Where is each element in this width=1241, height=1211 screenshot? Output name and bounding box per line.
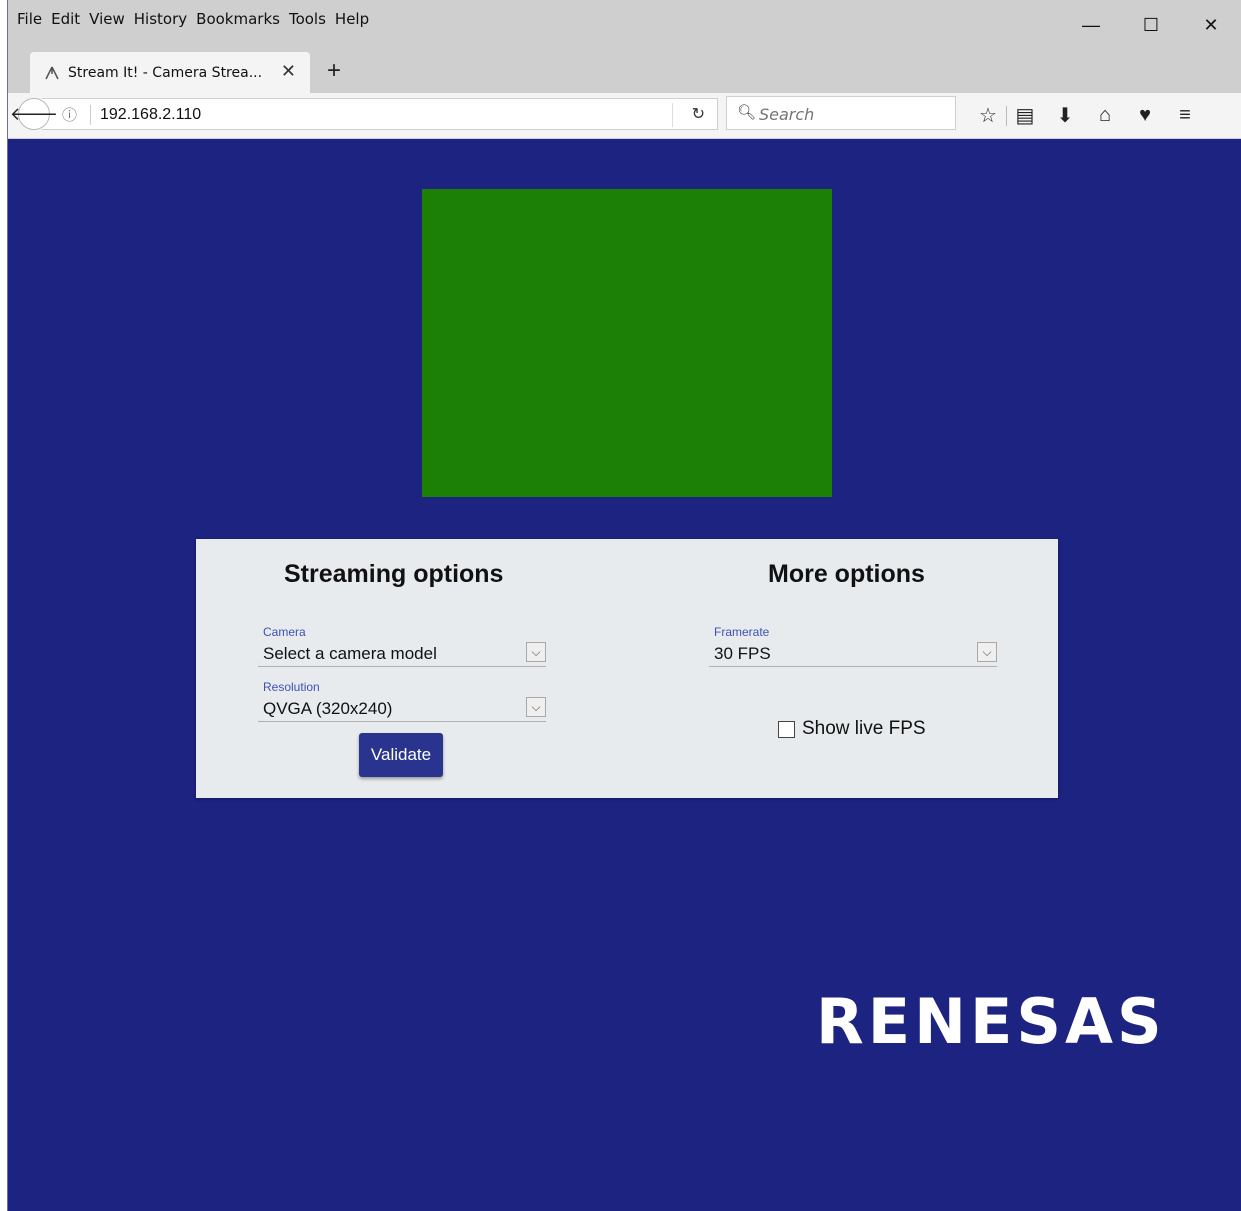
toolbar-icons: ☆ ▤ ⬇ ⌂ ♥ ≡ xyxy=(968,93,1205,138)
menu-tools[interactable]: Tools xyxy=(289,10,326,28)
resolution-label: Resolution xyxy=(263,680,320,694)
navigation-bar: ⓘ 192.168.2.110 ↻ 🡐 🔍︎ ☆ ▤ ⬇ ⌂ ♥ ≡ xyxy=(8,93,1241,139)
maximize-button[interactable]: ☐ xyxy=(1121,0,1181,50)
menu-bar: File Edit View History Bookmarks Tools H… xyxy=(8,0,369,38)
back-arrow-icon: 🡐 xyxy=(9,103,59,124)
new-tab-button[interactable]: + xyxy=(319,56,349,86)
url-text[interactable]: 192.168.2.110 xyxy=(100,106,201,124)
chevron-down-icon: ⌵ xyxy=(977,642,997,662)
more-options-title: More options xyxy=(768,560,925,588)
browser-window: File Edit View History Bookmarks Tools H… xyxy=(7,0,1241,1211)
title-bar: File Edit View History Bookmarks Tools H… xyxy=(8,0,1241,93)
tab-title: Stream It! - Camera Strea... xyxy=(68,64,263,81)
menu-bookmarks[interactable]: Bookmarks xyxy=(196,10,280,28)
framerate-label: Framerate xyxy=(714,625,770,639)
resolution-select-value: QVGA (320x240) xyxy=(263,699,393,718)
streaming-options-title: Streaming options xyxy=(284,560,504,588)
url-bar[interactable]: ⓘ 192.168.2.110 ↻ xyxy=(42,98,718,130)
info-icon[interactable]: ⓘ xyxy=(62,104,77,125)
menu-view[interactable]: View xyxy=(89,10,125,28)
search-icon: 🔍︎ xyxy=(737,104,757,121)
menu-history[interactable]: History xyxy=(134,10,187,28)
framerate-select-value: 30 FPS xyxy=(714,644,771,663)
minimize-button[interactable]: — xyxy=(1061,0,1121,50)
camera-select-value: Select a camera model xyxy=(263,644,437,663)
download-icon[interactable]: ⬇ xyxy=(1045,103,1085,128)
menu-file[interactable]: File xyxy=(17,10,42,28)
close-window-button[interactable]: ✕ xyxy=(1181,0,1241,50)
close-tab-icon[interactable]: ✕ xyxy=(281,61,296,82)
url-separator xyxy=(90,105,91,125)
validate-button[interactable]: Validate xyxy=(359,733,443,777)
menu-help[interactable]: Help xyxy=(335,10,369,28)
tab-strip: Stream It! - Camera Strea... ✕ + xyxy=(8,50,1241,93)
home-icon[interactable]: ⌂ xyxy=(1085,104,1125,127)
reading-list-icon[interactable]: ▤ xyxy=(1005,103,1045,128)
camera-select[interactable]: Select a camera model ⌵ xyxy=(258,640,546,667)
framerate-select[interactable]: 30 FPS ⌵ xyxy=(709,640,997,667)
show-fps-label: Show live FPS xyxy=(802,718,926,739)
reload-icon[interactable]: ↻ xyxy=(692,104,705,124)
search-box[interactable]: 🔍︎ xyxy=(726,96,956,130)
show-fps-checkbox[interactable] xyxy=(778,720,795,738)
renesas-icon xyxy=(44,65,60,81)
show-fps-row: Show live FPS xyxy=(778,718,926,740)
camera-label: Camera xyxy=(263,625,306,639)
bookmark-star-icon[interactable]: ☆ xyxy=(968,103,1008,128)
hamburger-menu-icon[interactable]: ≡ xyxy=(1165,104,1205,127)
tab-stream-it[interactable]: Stream It! - Camera Strea... ✕ xyxy=(30,52,310,93)
window-controls: — ☐ ✕ xyxy=(1061,0,1241,50)
back-button[interactable]: 🡐 xyxy=(10,98,58,130)
reload-separator xyxy=(672,103,673,127)
resolution-select[interactable]: QVGA (320x240) ⌵ xyxy=(258,695,546,722)
video-stream xyxy=(422,189,832,497)
options-panel: Streaming options More options Camera Se… xyxy=(196,539,1058,798)
chevron-down-icon: ⌵ xyxy=(526,697,546,717)
search-input[interactable] xyxy=(757,101,951,127)
renesas-logo: RENESAS xyxy=(816,985,1166,1058)
menu-edit[interactable]: Edit xyxy=(51,10,80,28)
pocket-icon[interactable]: ♥ xyxy=(1125,104,1165,127)
chevron-down-icon: ⌵ xyxy=(526,642,546,662)
